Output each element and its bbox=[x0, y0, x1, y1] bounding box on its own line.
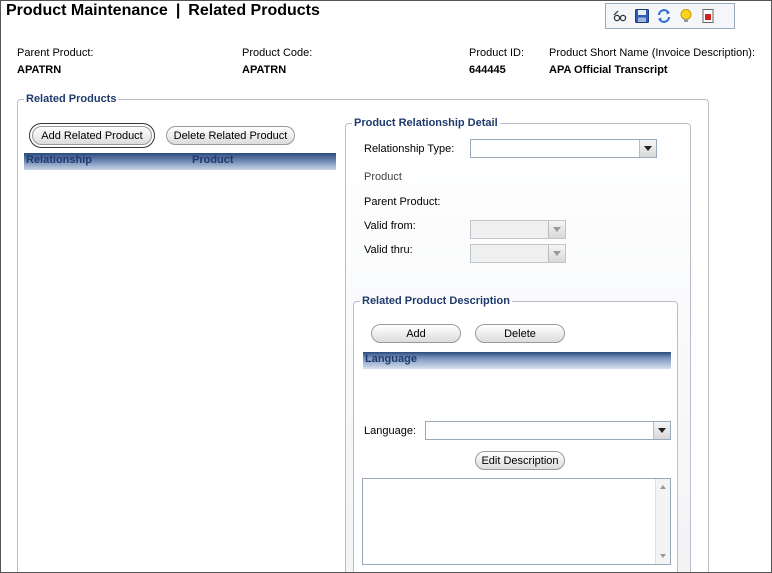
short-name-info: Product Short Name (Invoice Description)… bbox=[549, 47, 755, 76]
title-separator: | bbox=[175, 2, 181, 19]
valid-from-label: Valid from: bbox=[364, 220, 416, 232]
eyeglasses-icon[interactable] bbox=[612, 8, 628, 24]
relationship-column-header[interactable]: Relationship bbox=[26, 154, 92, 166]
valid-from-select[interactable] bbox=[470, 220, 566, 239]
parent-product-label: Parent Product: bbox=[17, 47, 94, 59]
description-scrollbar[interactable] bbox=[655, 479, 670, 564]
relationship-type-select[interactable] bbox=[470, 139, 657, 158]
page-title-sub: Related Products bbox=[188, 2, 320, 19]
valid-thru-label: Valid thru: bbox=[364, 244, 413, 256]
refresh-icon[interactable] bbox=[656, 8, 672, 24]
parent-product-field-label: Parent Product: bbox=[364, 196, 441, 208]
chevron-down-icon[interactable] bbox=[548, 245, 565, 262]
parent-product-info: Parent Product: APATRN bbox=[17, 47, 93, 76]
delete-related-product-button[interactable]: Delete Related Product bbox=[166, 126, 295, 145]
add-related-product-button[interactable]: Add Related Product bbox=[29, 123, 155, 148]
scroll-up-icon[interactable] bbox=[660, 485, 666, 489]
product-code-value: APATRN bbox=[242, 64, 287, 76]
product-id-label: Product ID: bbox=[469, 47, 525, 59]
delete-description-button[interactable]: Delete bbox=[475, 324, 565, 343]
edit-description-button[interactable]: Edit Description bbox=[475, 451, 565, 470]
chevron-down-icon[interactable] bbox=[653, 422, 670, 439]
parent-product-value: APATRN bbox=[17, 64, 62, 76]
page-title: Product Maintenance | Related Products bbox=[6, 2, 320, 20]
relationship-detail-legend: Product Relationship Detail bbox=[354, 117, 498, 129]
product-label: Product bbox=[364, 171, 402, 183]
short-name-value: APA Official Transcript bbox=[549, 64, 668, 76]
valid-thru-select[interactable] bbox=[470, 244, 566, 263]
related-product-description-legend: Related Product Description bbox=[362, 295, 510, 307]
relationship-type-label: Relationship Type: bbox=[364, 143, 455, 155]
toolbar bbox=[605, 3, 735, 29]
language-select[interactable] bbox=[425, 421, 671, 440]
add-description-button[interactable]: Add bbox=[371, 324, 461, 343]
chevron-down-icon[interactable] bbox=[639, 140, 656, 157]
product-id-value: 644445 bbox=[469, 64, 506, 76]
report-icon[interactable] bbox=[700, 8, 716, 24]
page-title-main: Product Maintenance bbox=[6, 2, 168, 19]
product-column-header[interactable]: Product bbox=[192, 154, 234, 166]
related-products-legend: Related Products bbox=[26, 93, 117, 105]
product-code-info: Product Code: APATRN bbox=[242, 47, 312, 76]
language-grid-header: Language bbox=[363, 352, 671, 369]
language-label: Language: bbox=[364, 425, 416, 437]
product-id-info: Product ID: 644445 bbox=[469, 47, 524, 76]
short-name-label: Product Short Name (Invoice Description)… bbox=[549, 47, 756, 59]
save-icon[interactable] bbox=[634, 8, 650, 24]
scroll-down-icon[interactable] bbox=[660, 554, 666, 558]
product-code-label: Product Code: bbox=[242, 47, 313, 59]
language-column-header[interactable]: Language bbox=[365, 353, 417, 365]
description-textarea[interactable] bbox=[362, 478, 671, 565]
lightbulb-icon[interactable] bbox=[678, 8, 694, 24]
page-frame: Product Maintenance | Related Products Par… bbox=[0, 0, 772, 573]
related-products-grid-header: Relationship Product bbox=[24, 153, 336, 170]
chevron-down-icon[interactable] bbox=[548, 221, 565, 238]
